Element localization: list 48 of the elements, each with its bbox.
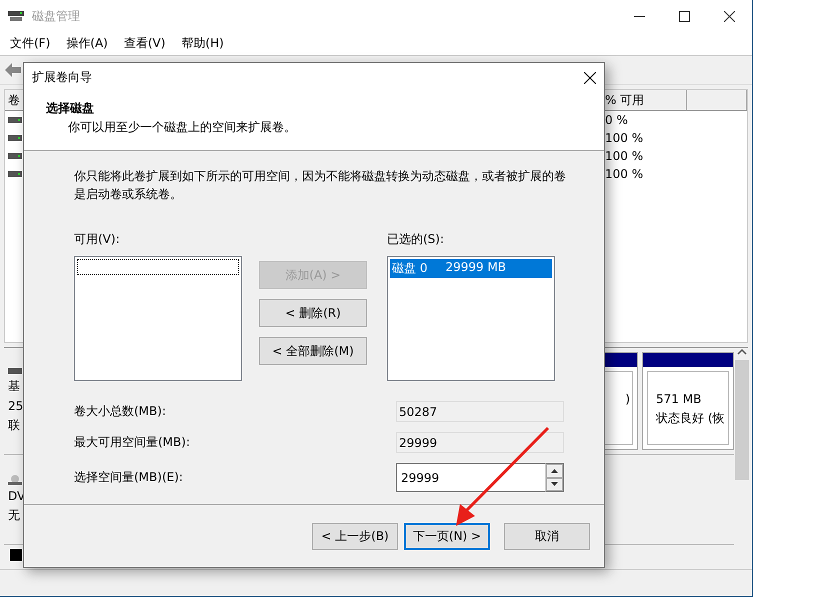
field-label: 选择空间量(MB)(E): [74, 469, 183, 486]
menu-item[interactable]: 查看(V) [124, 35, 166, 52]
partition-text: ) [625, 392, 630, 406]
partition-text: 状态良好 (恢 [656, 410, 726, 427]
table-cell-text: 100 % [604, 167, 644, 181]
list-item[interactable]: 磁盘 0 29999 MB [390, 259, 552, 278]
close-icon[interactable] [584, 72, 596, 84]
spin-up-icon[interactable] [551, 468, 558, 473]
dvd-drive-icon [8, 475, 22, 485]
scrollbar-thumb[interactable] [735, 360, 749, 480]
scroll-up-icon[interactable] [737, 348, 747, 356]
close-icon [724, 10, 735, 22]
wizard-button[interactable]: < 上一步(B) [312, 522, 398, 550]
menu-item[interactable]: 文件(F) [10, 35, 50, 52]
disk-label: 25 [8, 399, 24, 413]
legend-swatch [10, 549, 22, 561]
step-description: 你可以用至少一个磁盘上的空间来扩展卷。 [68, 119, 297, 136]
partition-text: 571 MB [656, 392, 702, 406]
table-cell-text: 100 % [604, 131, 644, 145]
dialog-title: 扩展卷向导 [32, 69, 92, 86]
readonly-field: 29999 [396, 432, 564, 453]
table-cell-text: 100 % [604, 149, 644, 163]
wizard-button[interactable]: 取消 [504, 522, 590, 550]
partition-block[interactable]: 571 MB 状态良好 (恢 [642, 352, 734, 450]
move-button[interactable]: < 删除(R) [259, 299, 367, 327]
menu-item[interactable]: 操作(A) [66, 35, 108, 52]
list-label: 可用(V): [74, 231, 121, 248]
wizard-button[interactable]: 下一页(N) > [404, 522, 490, 550]
info-text: 你只能将此卷扩展到如下所示的可用空间，因为不能将磁盘转换为动态磁盘，或者被扩展的卷是启动卷或系统卷。 [74, 168, 567, 203]
selected-list[interactable]: 磁盘 0 29999 MB [387, 256, 555, 381]
table-cell-text: 0 % [604, 113, 629, 127]
disk-label: 联 [8, 417, 21, 434]
back-arrow-icon[interactable] [5, 63, 21, 77]
field-label: 最大可用空间量(MB): [74, 434, 190, 451]
disk-label: 无 [8, 507, 21, 524]
spin-down-icon[interactable] [551, 482, 558, 486]
move-button[interactable]: < 全部删除(M) [259, 337, 367, 365]
menu-item[interactable]: 帮助(H) [181, 35, 224, 52]
spin-field[interactable]: 29999 [396, 463, 545, 492]
step-heading: 选择磁盘 [46, 100, 95, 117]
disk-management-icon [8, 9, 24, 23]
field-label: 卷大小总数(MB): [74, 403, 166, 420]
list-label: 已选的(S): [387, 231, 446, 248]
available-list[interactable] [74, 256, 242, 381]
maximize-icon [679, 10, 690, 22]
readonly-field: 50287 [396, 401, 564, 422]
disk-label: 基 [8, 378, 21, 395]
window-title: 磁盘管理 [32, 8, 80, 24]
